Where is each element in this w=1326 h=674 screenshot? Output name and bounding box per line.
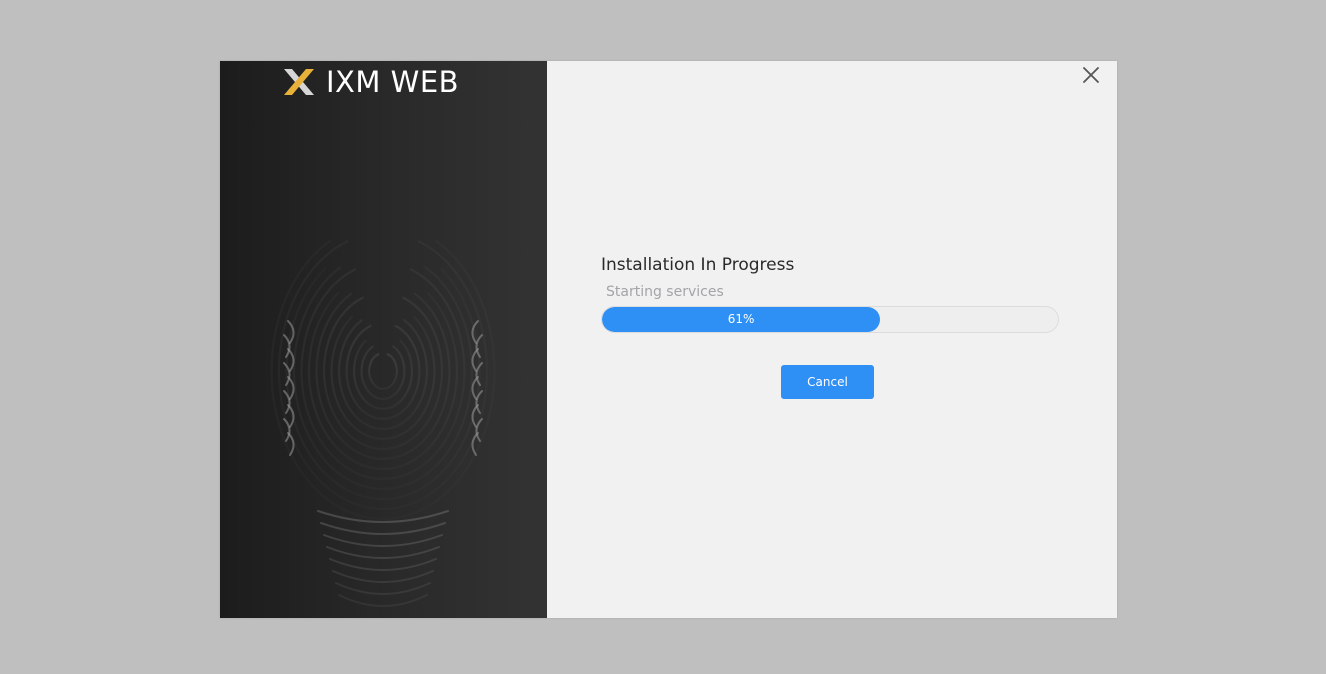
cancel-button[interactable]: Cancel xyxy=(781,365,874,399)
progress-bar: 61% xyxy=(601,306,1059,333)
fingerprint-face-icon xyxy=(270,240,496,607)
progress-status: Starting services xyxy=(606,284,724,300)
brand-name: IXM WEB xyxy=(326,65,460,99)
content-panel: Installation In Progress Starting servic… xyxy=(547,61,1117,618)
close-icon[interactable] xyxy=(1079,63,1103,87)
progress-percent-label: 61% xyxy=(727,312,755,326)
brand-header: IXM WEB xyxy=(282,65,459,99)
progress-title: Installation In Progress xyxy=(601,255,795,275)
branding-panel: IXM WEB xyxy=(220,61,547,618)
ixm-x-logo-icon xyxy=(284,69,314,95)
installer-window: IXM WEB Installation In Progress Startin… xyxy=(220,61,1117,618)
progress-section: Installation In Progress Starting servic… xyxy=(601,253,1061,333)
